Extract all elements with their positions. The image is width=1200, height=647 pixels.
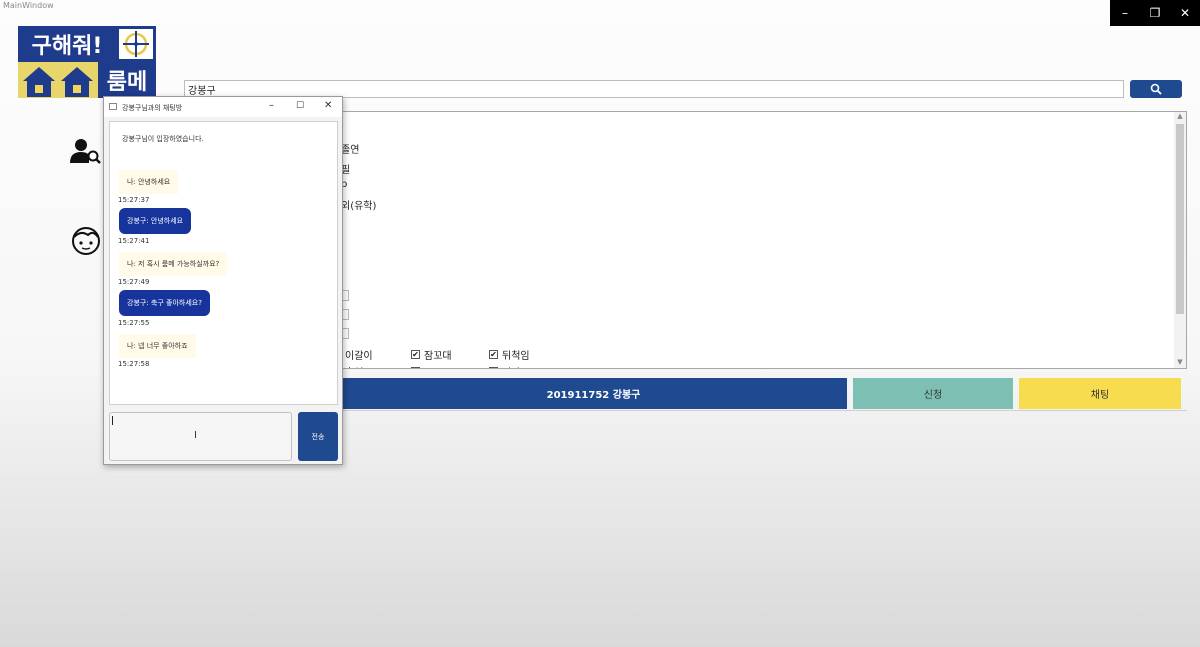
check-icon[interactable] [411, 367, 420, 368]
check-icon[interactable] [489, 367, 498, 368]
message-time: 15:27:58 [118, 360, 150, 368]
checkbox-label: 기타 [502, 364, 520, 368]
chat-minimize-button[interactable]: – [269, 100, 274, 111]
profile-line: 졸연 [341, 145, 360, 156]
checkbox-label: 뒤척임 [502, 351, 530, 362]
apply-button[interactable]: 신청 [853, 378, 1013, 409]
logo-text-top: 구해줘! [18, 26, 116, 62]
chat-button[interactable]: 채팅 [1019, 378, 1181, 409]
title-bar: MainWindow [0, 0, 1200, 12]
selected-user-bar[interactable]: 201911752 강봉구 [340, 378, 847, 409]
message-bubble-me: 나: 안녕하세요 [119, 170, 179, 194]
checkbox-teeth-grinding[interactable]: 이갈이 [345, 347, 373, 362]
face-icon[interactable] [71, 226, 101, 260]
window-icon [109, 103, 117, 110]
checkbox-label: 잠꼬대 [424, 351, 452, 362]
message-time: 15:27:41 [118, 237, 150, 245]
check-icon[interactable]: ✔ [411, 350, 420, 359]
chat-title-bar: 강봉구님과의 채팅방 – ☐ ✕ [104, 97, 342, 117]
close-button[interactable]: ✕ [1170, 0, 1200, 26]
text-cursor-icon: I [194, 430, 197, 441]
checkbox-other-2[interactable]: 기타 [489, 364, 520, 368]
restore-button[interactable]: ❐ [1140, 0, 1170, 26]
chat-message-input[interactable]: I [109, 412, 292, 461]
checkbox-label: 이갈이 [345, 351, 373, 362]
user-search-icon[interactable] [70, 137, 102, 169]
divider [340, 410, 1187, 411]
app-logo: 구해줘! 룸메 [18, 26, 156, 98]
chat-log[interactable]: 강봉구님이 입장하였습니다. 나: 안녕하세요 15:27:37 강봉구: 안녕… [109, 121, 338, 405]
message-bubble-me: 나: 넵 너무 좋아하죠 [119, 334, 196, 358]
text-caret [112, 416, 113, 425]
search-button[interactable] [1130, 80, 1182, 98]
logo-text-bottom: 룸메 [98, 62, 156, 98]
checkbox-label: 부그 [424, 364, 442, 368]
chat-close-button[interactable]: ✕ [324, 100, 332, 111]
house-icon [18, 62, 98, 98]
checkbox-label: 흡연 [345, 364, 363, 368]
chat-window: 강봉구님과의 채팅방 – ☐ ✕ 강봉구님이 입장하였습니다. 나: 안녕하세요… [103, 96, 343, 465]
profile-line: 외(유학) [341, 201, 377, 212]
chat-title: 강봉구님과의 채팅방 [122, 104, 183, 112]
vertical-scrollbar[interactable]: ▲ ▼ [1174, 112, 1186, 368]
message-time: 15:27:37 [118, 196, 150, 204]
check-icon[interactable]: ✔ [489, 350, 498, 359]
scroll-up-icon[interactable]: ▲ [1174, 112, 1186, 122]
scroll-down-icon[interactable]: ▼ [1174, 358, 1186, 368]
window-title: MainWindow [3, 1, 54, 10]
chat-maximize-button[interactable]: ☐ [296, 101, 304, 111]
window-controls: – ❐ ✕ [1110, 0, 1200, 26]
message-bubble-other: 강봉구: 안녕하세요 [119, 208, 192, 234]
message-bubble-other: 강봉구: 축구 좋아하세요? [119, 290, 210, 316]
scrollbar-thumb[interactable] [1176, 124, 1184, 314]
minimize-button[interactable]: – [1110, 0, 1140, 26]
target-icon [116, 26, 156, 62]
checkbox-smoking[interactable]: 흡연 [345, 364, 363, 368]
search-icon [1150, 83, 1162, 95]
system-message: 강봉구님이 입장하였습니다. [122, 135, 204, 143]
checkbox-other-1[interactable]: 부그 [411, 364, 442, 368]
send-button[interactable]: 전송 [298, 412, 338, 461]
checkbox-tossing[interactable]: ✔ 뒤척임 [489, 347, 530, 362]
profile-panel[interactable]: 졸연 필 p 외(유학) 이갈이 ✔ 잠꼬대 ✔ 뒤척임 흡연 부그 기타 [340, 111, 1187, 369]
checkbox-sleep-talking[interactable]: ✔ 잠꼬대 [411, 347, 452, 362]
message-time: 15:27:49 [118, 278, 150, 286]
message-time: 15:27:55 [118, 319, 150, 327]
message-bubble-me: 나: 저 혹시 룸메 가능하실까요? [119, 252, 228, 276]
